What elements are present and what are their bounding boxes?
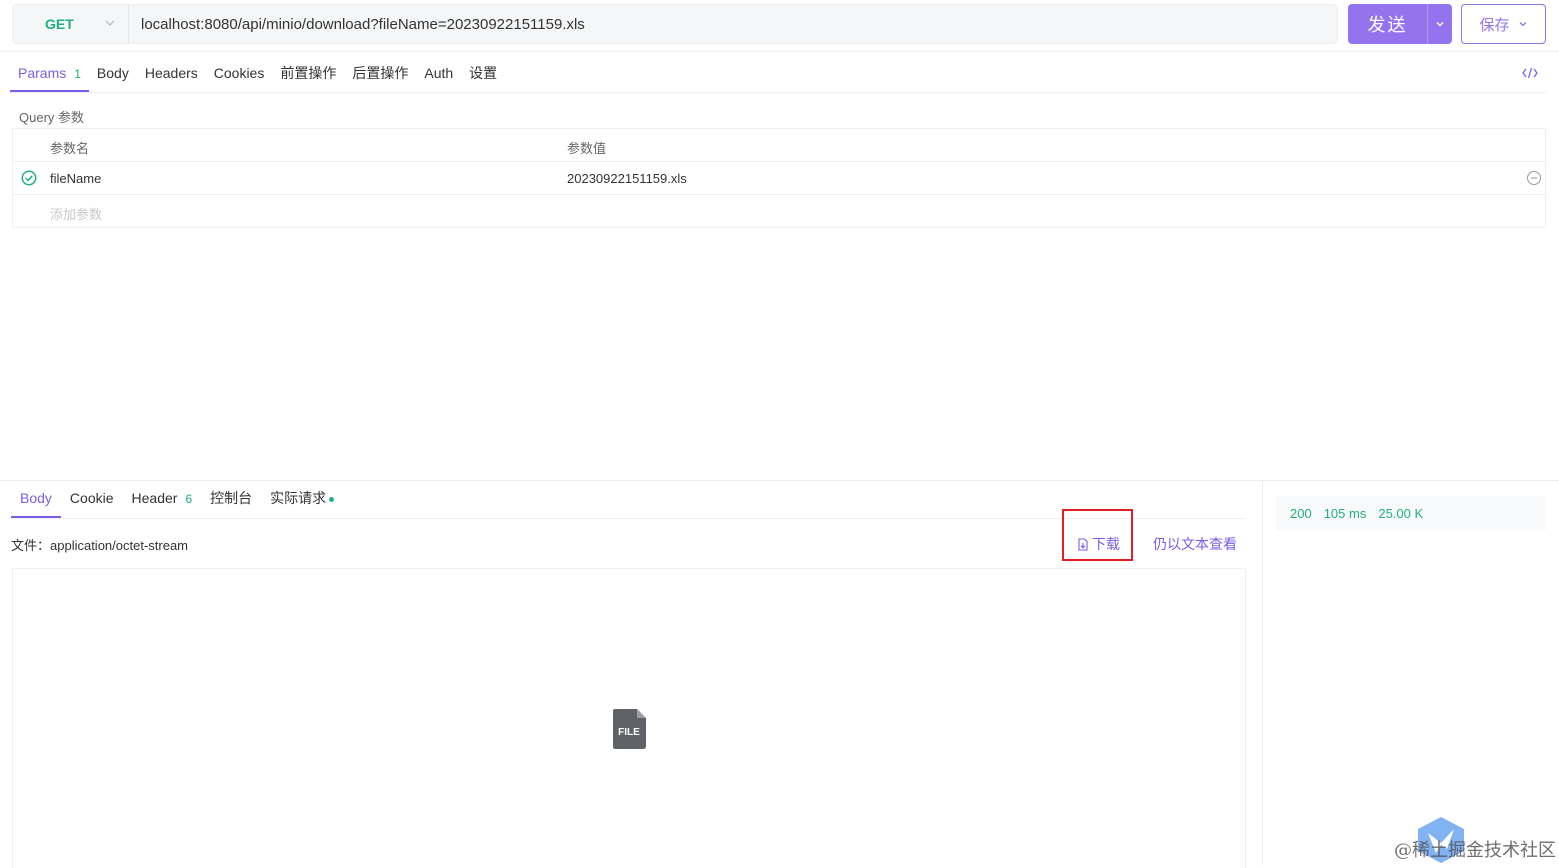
send-button[interactable]: 发送 — [1348, 4, 1452, 44]
response-divider[interactable] — [0, 480, 1559, 481]
param-value[interactable]: 20230922151159.xls — [567, 171, 687, 186]
download-button[interactable]: 下载 — [1077, 534, 1120, 554]
params-table: 参数名 参数值 fileName 20230922151159.xls 添加参数 — [12, 128, 1546, 228]
response-time: 105 ms — [1323, 505, 1367, 521]
column-header-value: 参数值 — [567, 141, 607, 156]
watermark: @稀土掘金技术社区 — [1394, 840, 1556, 861]
response-stats: 200 105 ms 25.00 K — [1276, 496, 1546, 530]
add-param-row[interactable]: 添加参数 — [13, 195, 1545, 228]
save-button[interactable]: 保存 — [1461, 4, 1546, 44]
method-select[interactable]: GET — [13, 5, 129, 43]
method-label: GET — [45, 16, 74, 32]
request-bar: GET localhost:8080/api/minio/download?fi… — [12, 4, 1338, 44]
table-row: fileName 20230922151159.xls — [13, 162, 1545, 195]
response-tabs: Body Cookie Header 6 控制台 实际请求 — [11, 485, 343, 519]
tab-count: 1 — [74, 67, 81, 81]
chevron-down-icon — [1436, 22, 1444, 27]
add-param-placeholder[interactable]: 添加参数 — [50, 204, 102, 223]
response-size: 25.00 K — [1378, 505, 1424, 521]
tab-settings[interactable]: 设置 — [461, 60, 505, 92]
tab-actual-request[interactable]: 实际请求 — [261, 485, 343, 518]
tab-label: 实际请求 — [270, 490, 327, 506]
tab-body[interactable]: Body — [89, 60, 137, 92]
tab-auth[interactable]: Auth — [416, 60, 461, 92]
file-download-icon — [1078, 537, 1088, 551]
tab-label: Params — [18, 65, 67, 81]
status-dot — [329, 496, 335, 502]
tab-headers[interactable]: Headers — [137, 60, 206, 92]
tab-count: 6 — [185, 492, 193, 506]
request-tabs: Params 1 Body Headers Cookies 前置操作 后置操作 A… — [10, 60, 505, 93]
param-name[interactable]: fileName — [50, 171, 101, 186]
tab-cookies[interactable]: Cookies — [206, 60, 273, 92]
chevron-down-icon — [105, 20, 115, 26]
side-divider — [1262, 481, 1263, 865]
response-tabs-underline — [11, 518, 1245, 519]
url-input[interactable]: localhost:8080/api/minio/download?fileNa… — [129, 16, 585, 33]
tab-response-cookie[interactable]: Cookie — [61, 485, 123, 518]
send-options-toggle[interactable] — [1428, 19, 1452, 29]
tab-params[interactable]: Params 1 — [10, 60, 89, 92]
tab-response-body[interactable]: Body — [11, 485, 61, 518]
view-as-text-button[interactable]: 仍以文本查看 — [1153, 534, 1237, 554]
tabs-underline — [10, 92, 1546, 93]
save-button-label: 保存 — [1479, 16, 1510, 34]
send-button-label: 发送 — [1367, 15, 1408, 35]
tab-pre-operations[interactable]: 前置操作 — [272, 60, 344, 92]
query-section-label: Query 参数 — [19, 110, 85, 125]
file-icon: FILE — [613, 709, 646, 749]
column-header-name: 参数名 — [50, 141, 90, 156]
check-circle-icon[interactable] — [21, 170, 37, 186]
code-icon[interactable] — [1522, 67, 1538, 79]
chevron-down-icon — [1519, 22, 1526, 27]
divider — [0, 51, 1559, 52]
file-type-label: 文件：application/octet-stream — [11, 538, 189, 553]
tab-console[interactable]: 控制台 — [201, 485, 261, 518]
tab-post-operations[interactable]: 后置操作 — [344, 60, 416, 92]
file-icon-label: FILE — [618, 727, 640, 738]
download-label: 下载 — [1092, 536, 1120, 552]
table-header: 参数名 参数值 — [13, 129, 1545, 162]
remove-circle-icon[interactable] — [1526, 170, 1542, 186]
status-code: 200 — [1290, 505, 1312, 521]
tab-label: Header — [131, 490, 178, 506]
tab-response-header[interactable]: Header 6 — [123, 485, 202, 518]
